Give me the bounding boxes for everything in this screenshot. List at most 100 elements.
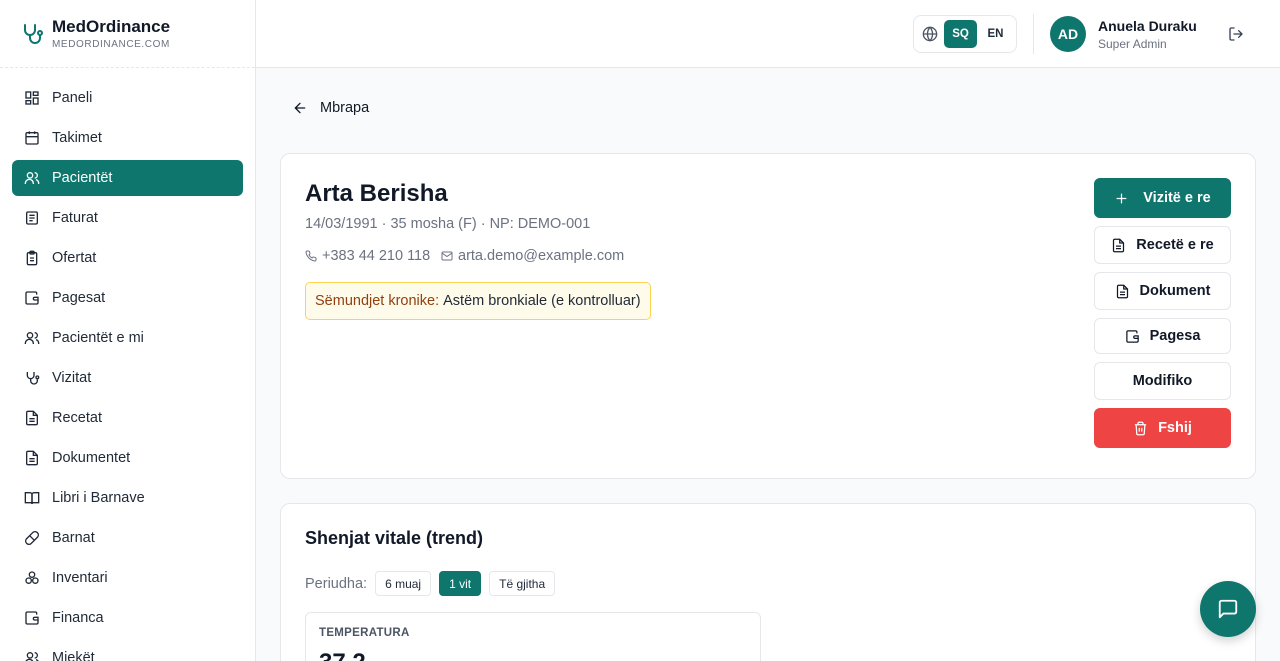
back-link[interactable]: Mbrapa: [292, 100, 369, 116]
sidebar-item-label: Ofertat: [52, 250, 97, 266]
new-visit-button[interactable]: Vizitë e re: [1094, 178, 1231, 218]
new-prescription-button[interactable]: Recetë e re: [1094, 226, 1231, 264]
sidebar-item-faturat[interactable]: Faturat: [12, 200, 243, 236]
period-all-button[interactable]: Të gjitha: [489, 571, 556, 596]
sidebar-nav: Paneli Takimet Pacientët Faturat Ofertat…: [0, 68, 255, 661]
brand[interactable]: MedOrdinance MEDORDINANCE.COM: [0, 0, 255, 68]
sidebar-item-label: Faturat: [52, 210, 98, 226]
sidebar: MedOrdinance MEDORDINANCE.COM Paneli Tak…: [0, 0, 256, 661]
temperature-label: TEMPERATURA: [319, 627, 410, 639]
top-header: SQ EN AD Anuela Duraku Super Admin: [256, 0, 1280, 68]
sidebar-item-label: Paneli: [52, 90, 93, 106]
sidebar-item-dokumentet[interactable]: Dokumentet: [12, 440, 243, 476]
sidebar-item-recetat[interactable]: Recetat: [12, 400, 243, 436]
wallet-icon: [25, 291, 39, 305]
stethoscope-icon: [26, 372, 40, 385]
patient-name: Arta Berisha: [305, 180, 448, 207]
language-en-button[interactable]: EN: [979, 20, 1012, 48]
trash-icon: [1134, 421, 1147, 435]
edit-button[interactable]: Modifiko: [1094, 362, 1231, 400]
sidebar-item-pacientet-e-mi[interactable]: Pacientët e mi: [12, 320, 243, 356]
clipboard-icon: [26, 250, 38, 266]
sidebar-item-label: Takimet: [52, 130, 102, 146]
sidebar-item-label: Recetat: [52, 410, 102, 426]
chronic-diseases-badge: Sëmundjet kronike: Astëm bronkiale (e ko…: [305, 282, 651, 320]
plus-icon: [1116, 193, 1127, 203]
mail-icon: [441, 251, 453, 261]
temperature-value: 37.2: [319, 649, 366, 661]
header-divider: [1033, 14, 1034, 54]
chat-icon: [1218, 599, 1238, 619]
sidebar-item-mjeket[interactable]: Mjekët: [12, 640, 243, 661]
chat-button[interactable]: [1200, 581, 1256, 637]
chronic-label: Sëmundjet kronike:: [315, 293, 440, 309]
period-label: Periudha:: [305, 575, 368, 592]
patient-email[interactable]: arta.demo@example.com: [441, 248, 624, 264]
calendar-icon: [25, 131, 39, 145]
sidebar-item-label: Inventari: [52, 570, 108, 586]
sidebar-item-label: Dokumentet: [52, 450, 131, 466]
edit-label: Modifiko: [1132, 373, 1193, 389]
new-prescription-label: Recetë e re: [1136, 237, 1214, 253]
sidebar-item-label: Financa: [52, 610, 104, 626]
logout-icon[interactable]: [1228, 26, 1244, 42]
sidebar-item-libri-i-barnave[interactable]: Libri i Barnave: [12, 480, 243, 516]
sidebar-item-barnat[interactable]: Barnat: [12, 520, 243, 556]
sidebar-item-label: Pagesat: [52, 290, 106, 306]
delete-button[interactable]: Fshij: [1094, 408, 1231, 448]
document-button[interactable]: Dokument: [1094, 272, 1231, 310]
brand-subtitle: MEDORDINANCE.COM: [52, 39, 170, 50]
delete-label: Fshij: [1158, 420, 1192, 436]
book-icon: [24, 492, 40, 505]
patient-card: Arta Berisha 14/03/1991 · 35 mosha (F) ·…: [280, 153, 1256, 479]
phone-icon: [305, 250, 317, 262]
sidebar-item-takimet[interactable]: Takimet: [12, 120, 243, 156]
brand-name: MedOrdinance: [52, 17, 171, 36]
period-6-months-button[interactable]: 6 muaj: [375, 571, 432, 596]
dashboard-icon: [25, 91, 39, 105]
payment-button[interactable]: Pagesa: [1094, 318, 1231, 354]
file-icon: [1113, 238, 1125, 252]
patient-actions: Vizitë e re Recetë e re Dokument Pagesa …: [1094, 178, 1231, 456]
period-filter: Periudha: 6 muaj 1 vit Të gjitha: [305, 571, 563, 596]
sidebar-item-label: Pacientët e mi: [52, 330, 144, 346]
patient-phone-text: +383 44 210 118: [322, 248, 431, 264]
user-role: Super Admin: [1098, 37, 1167, 51]
sidebar-item-label: Barnat: [52, 530, 95, 546]
period-1-year-button[interactable]: 1 vit: [439, 571, 482, 596]
pill-icon: [25, 531, 39, 545]
sidebar-item-label: Libri i Barnave: [52, 490, 145, 506]
users-icon: [24, 332, 40, 344]
sidebar-item-label: Mjekët: [52, 650, 95, 661]
sidebar-item-vizitat[interactable]: Vizitat: [12, 360, 243, 396]
new-visit-label: Vizitë e re: [1143, 190, 1211, 206]
sidebar-item-pacientet[interactable]: Pacientët: [12, 160, 243, 196]
chronic-value: Astëm bronkiale (e kontrolluar): [443, 293, 641, 309]
sidebar-item-inventari[interactable]: Inventari: [12, 560, 243, 596]
file-icon: [26, 410, 38, 426]
invoice-icon: [26, 211, 38, 225]
vitals-title: Shenjat vitale (trend): [305, 528, 484, 548]
sidebar-item-pagesat[interactable]: Pagesat: [12, 280, 243, 316]
sidebar-item-financa[interactable]: Financa: [12, 600, 243, 636]
avatar[interactable]: AD: [1050, 16, 1086, 52]
patient-email-text: arta.demo@example.com: [458, 248, 625, 264]
sidebar-item-label: Pacientët: [52, 170, 113, 186]
patient-meta: 14/03/1991 · 35 mosha (F) · NP: DEMO-001: [305, 216, 591, 232]
file-icon: [26, 450, 38, 466]
sidebar-item-label: Vizitat: [52, 370, 92, 386]
file-icon: [1116, 284, 1128, 298]
sidebar-item-paneli[interactable]: Paneli: [12, 80, 243, 116]
sidebar-item-ofertat[interactable]: Ofertat: [12, 240, 243, 276]
back-label: Mbrapa: [320, 100, 370, 116]
globe-icon: [922, 26, 938, 42]
users-icon: [24, 172, 40, 184]
wallet-icon: [1125, 329, 1139, 343]
temperature-vital: TEMPERATURA 37.2: [305, 612, 761, 661]
document-label: Dokument: [1139, 283, 1211, 299]
wallet-icon: [25, 611, 39, 625]
arrow-left-icon: [294, 102, 306, 114]
boxes-icon: [25, 571, 39, 584]
language-sq-button[interactable]: SQ: [944, 20, 977, 48]
patient-phone[interactable]: +383 44 210 118: [305, 248, 430, 264]
